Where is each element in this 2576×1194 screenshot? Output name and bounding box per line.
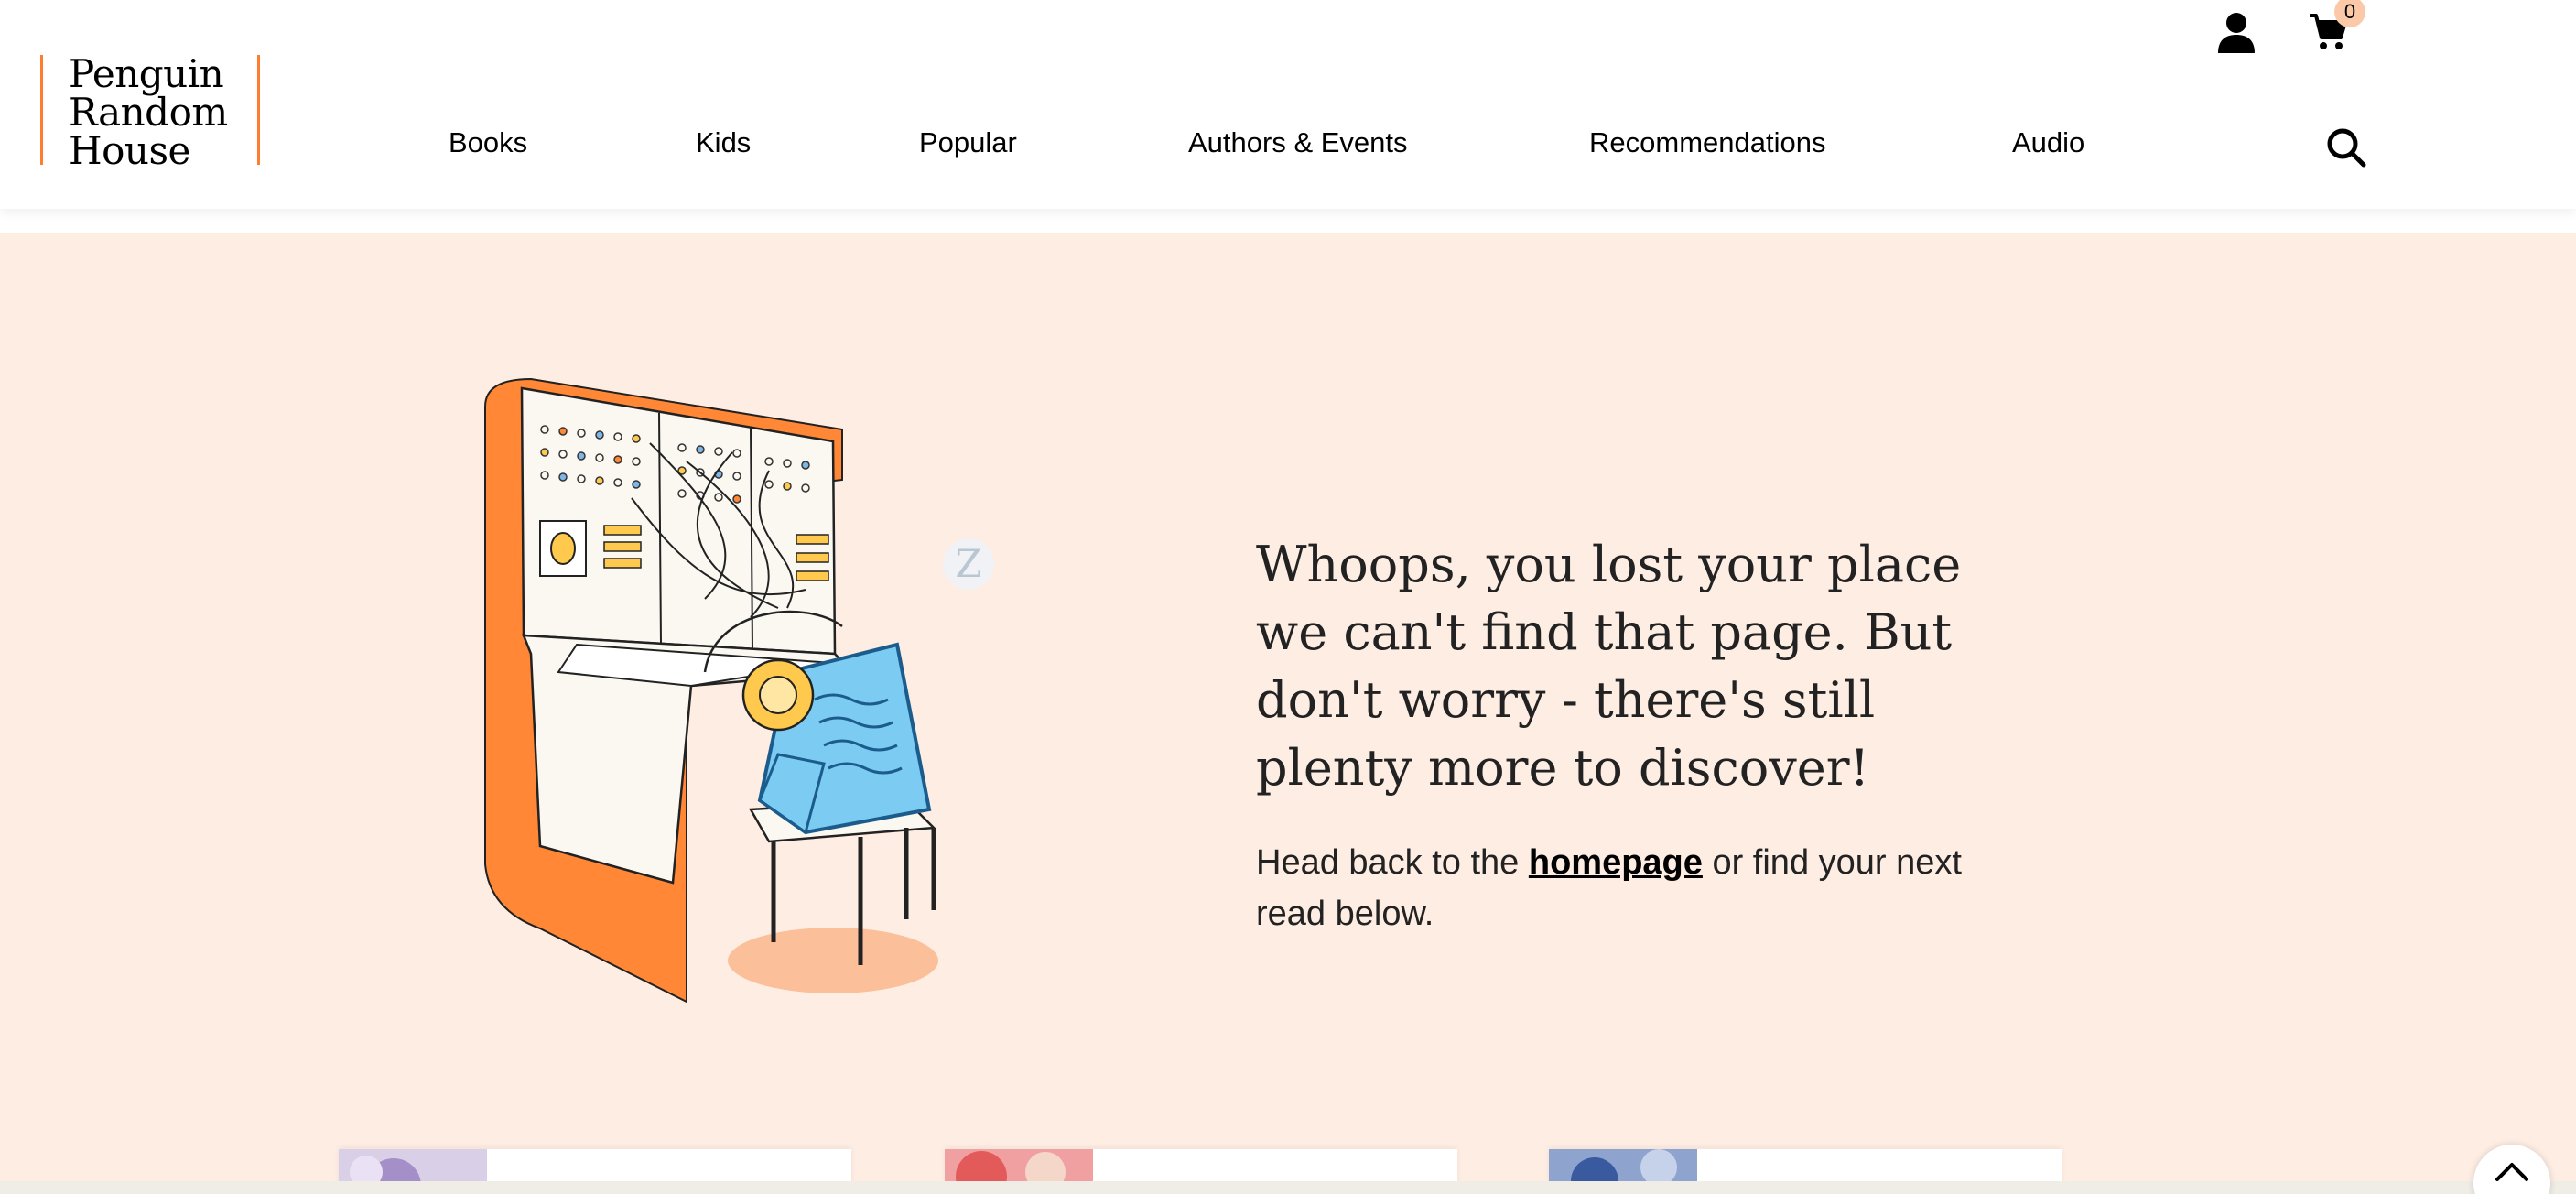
site-header: Penguin Random House 0 Books Kids Popula…: [0, 0, 2576, 209]
account-button[interactable]: [2215, 9, 2257, 55]
error-headline: Whoops, you lost your place we can't fin…: [1256, 536, 1962, 797]
main-nav: Books Kids Popular Authors & Events Reco…: [0, 126, 2576, 168]
nav-item-authors-events[interactable]: Authors & Events: [1188, 126, 1408, 159]
error-hero: Z Whoops, you lost your place we can't f…: [0, 233, 2576, 1194]
search-button[interactable]: [2325, 126, 2367, 168]
nav-item-recommendations[interactable]: Recommendations: [1589, 126, 1825, 159]
chevron-up-icon: [2495, 1163, 2528, 1181]
homepage-link[interactable]: homepage: [1529, 843, 1703, 882]
nav-item-audio[interactable]: Audio: [2012, 126, 2084, 159]
computer-machine-illustration: Z: [484, 377, 994, 1004]
nav-item-books[interactable]: Books: [449, 126, 527, 159]
person-icon: [2218, 13, 2255, 53]
page-bottom-strip: [0, 1181, 2576, 1194]
cart-count-badge: 0: [2334, 0, 2365, 27]
utility-bar: 0: [2215, 0, 2365, 55]
subtext-before: Head back to the: [1256, 843, 1529, 882]
sleep-z-letter: Z: [955, 541, 981, 586]
search-icon: [2327, 128, 2366, 168]
error-subtext: Head back to the homepage or find your n…: [1256, 837, 1988, 939]
logo-line-1: Penguin: [69, 51, 224, 96]
nav-item-kids[interactable]: Kids: [696, 126, 751, 159]
nav-item-popular[interactable]: Popular: [919, 126, 1017, 159]
error-message: Whoops, you lost your place we can't fin…: [1256, 531, 1988, 939]
cart-button[interactable]: 0: [2307, 0, 2365, 55]
